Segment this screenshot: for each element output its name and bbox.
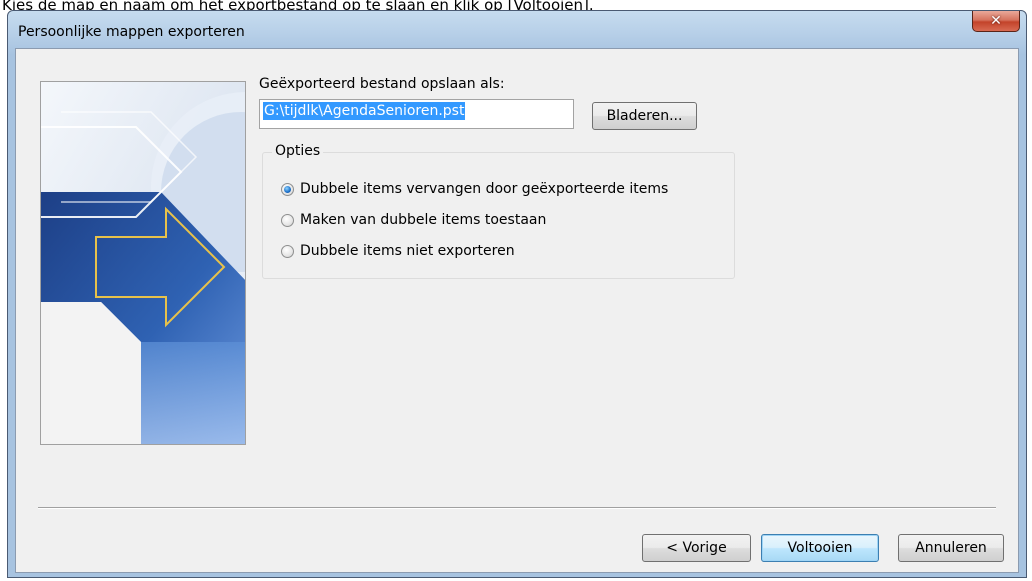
radio-selected-icon[interactable] <box>281 182 294 196</box>
option-allow-duplicates[interactable]: Maken van dubbele items toestaan <box>281 212 546 228</box>
close-button[interactable]: ✕ <box>972 11 1020 32</box>
dialog-client-area: Geëxporteerd bestand opslaan als: G:\tij… <box>15 48 1019 573</box>
option-replace-duplicates[interactable]: Dubbele items vervangen door geëxporteer… <box>281 181 668 197</box>
option-label: Dubbele items niet exporteren <box>300 243 515 259</box>
save-as-label: Geëxporteerd bestand opslaan als: <box>259 76 505 92</box>
close-icon: ✕ <box>990 13 1002 29</box>
cancel-button[interactable]: Annuleren <box>898 534 1004 562</box>
options-title: Opties <box>272 143 324 159</box>
wizard-banner-image <box>40 81 246 445</box>
export-dialog-window: Persoonlijke mappen exporteren ✕ Geëxpor… <box>7 10 1027 578</box>
back-button[interactable]: < Vorige <box>642 534 751 562</box>
file-path-value: G:\tijdlk\AgendaSenioren.pst <box>263 102 466 120</box>
option-do-not-export-duplicates[interactable]: Dubbele items niet exporteren <box>281 243 515 259</box>
finish-button[interactable]: Voltooien <box>761 534 879 562</box>
title-bar[interactable]: Persoonlijke mappen exporteren ✕ <box>8 11 1026 51</box>
footer-separator <box>38 507 996 509</box>
radio-unselected-icon[interactable] <box>281 213 294 227</box>
option-label: Maken van dubbele items toestaan <box>300 212 547 228</box>
option-label: Dubbele items vervangen door geëxporteer… <box>300 181 669 197</box>
window-title: Persoonlijke mappen exporteren <box>18 24 245 40</box>
browse-button[interactable]: Bladeren... <box>592 102 697 130</box>
radio-unselected-icon[interactable] <box>281 244 294 258</box>
file-path-input[interactable]: G:\tijdlk\AgendaSenioren.pst <box>259 99 574 129</box>
